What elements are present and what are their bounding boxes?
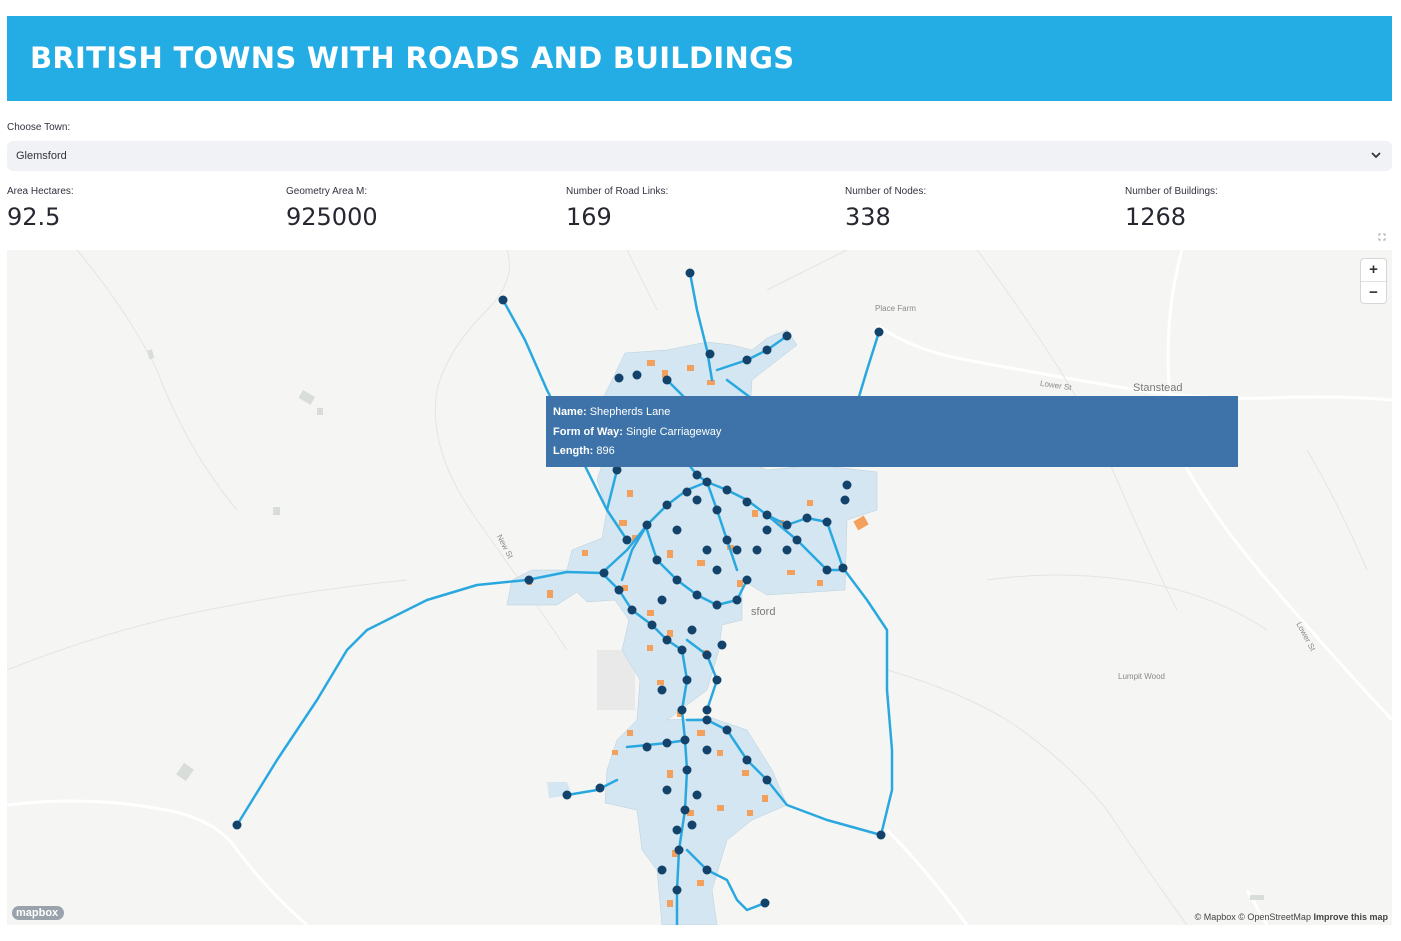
tooltip-length-label: Length: — [553, 445, 594, 457]
metric-label: Number of Nodes: — [845, 186, 927, 197]
metric-value: 338 — [845, 203, 891, 231]
metric-buildings: Number of Buildings: 1268 — [1125, 186, 1218, 231]
tooltip-form-value: Single Carriageway — [625, 425, 722, 438]
town-select-value: Glemsford — [16, 150, 67, 162]
zoom-control: + − — [1360, 258, 1387, 304]
map-label-town: sford — [751, 606, 776, 618]
fullscreen-icon — [1378, 233, 1386, 241]
town-select[interactable]: Glemsford — [7, 141, 1392, 171]
road-tooltip: Name: Shepherds Lane Form of Way: Single… — [546, 396, 1238, 467]
tooltip-name-label: Name: — [553, 406, 587, 418]
map-label-stanstead: Stanstead — [1133, 382, 1183, 394]
tooltip-length-value: 896 — [596, 445, 615, 457]
map-attribution: © Mapbox © OpenStreetMap Improve this ma… — [1195, 912, 1388, 922]
metric-area-hectares: Area Hectares: 92.5 — [7, 186, 74, 231]
tooltip-name-value: Shepherds Lane — [589, 406, 671, 418]
chevron-down-icon — [1371, 152, 1381, 159]
metric-value: 1268 — [1125, 203, 1187, 231]
page-title: BRITISH TOWNS WITH ROADS AND BUILDINGS — [30, 41, 795, 75]
fullscreen-button[interactable] — [1373, 228, 1391, 246]
zoom-out-button[interactable]: − — [1361, 281, 1386, 303]
map-label-place-farm: Place Farm — [875, 304, 916, 313]
map-layer[interactable] — [7, 250, 1392, 925]
metric-geometry-area: Geometry Area M: 925000 — [286, 186, 378, 231]
metric-value: 92.5 — [7, 203, 61, 231]
app-header-banner: BRITISH TOWNS WITH ROADS AND BUILDINGS — [7, 16, 1392, 101]
zoom-in-button[interactable]: + — [1361, 259, 1386, 281]
attribution-text[interactable]: © Mapbox © OpenStreetMap — [1195, 912, 1311, 922]
metric-value: 169 — [566, 203, 612, 231]
metric-label: Geometry Area M: — [286, 186, 368, 197]
improve-map-link[interactable]: Improve this map — [1313, 912, 1388, 922]
tooltip-form-row: Form of Way: Single Carriageway — [553, 423, 1231, 443]
map-label-lumpit-wood: Lumpit Wood — [1118, 672, 1165, 681]
metric-nodes: Number of Nodes: 338 — [845, 186, 926, 231]
metric-road-links: Number of Road Links: 169 — [566, 186, 668, 231]
tooltip-length-row: Length: 896 — [553, 442, 1231, 462]
town-select-label: Choose Town: — [7, 122, 71, 133]
metric-value: 925000 — [286, 203, 378, 231]
tooltip-name-row: Name: Shepherds Lane — [553, 403, 1231, 423]
map-canvas[interactable]: Place Farm Lower St Stanstead New St Lum… — [7, 250, 1392, 925]
tooltip-form-label: Form of Way: — [553, 425, 623, 438]
metric-label: Number of Road Links: — [566, 186, 669, 197]
metric-label: Number of Buildings: — [1125, 186, 1218, 197]
metric-label: Area Hectares: — [7, 186, 74, 197]
mapbox-logo-icon[interactable]: mapbox — [12, 906, 65, 920]
